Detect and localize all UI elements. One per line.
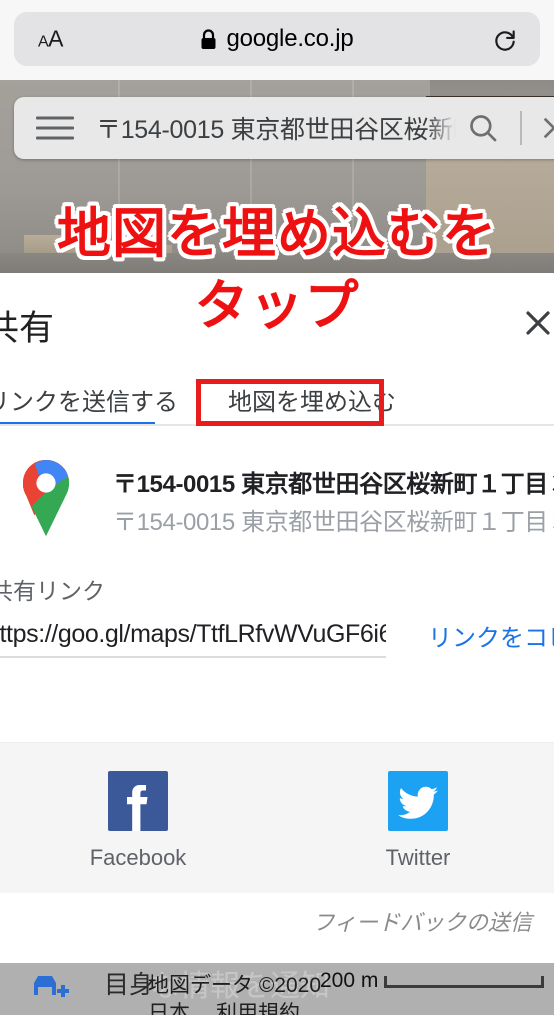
twitter-label: Twitter	[385, 845, 451, 870]
place-name: 〒154-0015 東京都世田谷区桜新町１丁目３４−２…	[113, 471, 554, 498]
maps-search-bar[interactable]: 〒154-0015 東京都世田谷区桜新町	[14, 97, 554, 159]
place-address: 〒154-0015 東京都世田谷区桜新町１丁目３４−２…	[113, 509, 554, 536]
send-feedback-link[interactable]: フィードバックの送信	[0, 905, 554, 937]
attribution-country: 日本	[148, 1002, 190, 1015]
url-text: google.co.jp	[226, 25, 354, 52]
attribution-map-data: 地図データ ©2020	[148, 974, 322, 997]
facebook-label: Facebook	[89, 845, 187, 870]
highlight-box-embed-map	[196, 379, 384, 426]
social-share-section: Facebook Twitter	[0, 742, 554, 893]
map-scale-bar: 200 m	[320, 969, 545, 993]
copy-link-button[interactable]: リンクをコピー	[428, 618, 554, 653]
map-scale-label: 200 m	[320, 969, 379, 992]
text-size-button[interactable]: AA	[38, 25, 64, 53]
reload-icon[interactable]	[492, 26, 518, 52]
share-link-input[interactable]	[0, 612, 386, 658]
safari-toolbar: AA google.co.jp	[0, 0, 554, 80]
search-bar-divider	[520, 111, 522, 145]
lock-icon	[201, 28, 216, 49]
share-link-label: 共有リンク	[0, 578, 105, 604]
twitter-icon	[388, 771, 448, 831]
address-bar-content: google.co.jp	[14, 25, 540, 53]
share-facebook-button[interactable]: Facebook	[58, 771, 218, 871]
maps-search-input[interactable]: 〒154-0015 東京都世田谷区桜新町	[96, 110, 456, 146]
google-maps-pin-icon	[23, 460, 70, 536]
facebook-icon	[108, 771, 168, 831]
tab-send-link-label: リンクを送信する	[0, 388, 178, 416]
search-icon[interactable]	[466, 111, 500, 145]
photo-ground	[0, 253, 554, 275]
text-size-small-a: A	[38, 33, 49, 51]
map-attribution-bar: な情報を通知 目身 地図データ ©2020 日本利用規約 フィードバックの送信 …	[0, 963, 554, 1015]
shared-place-row: 〒154-0015 東京都世田谷区桜新町１丁目３４−２… 〒154-0015 東…	[0, 452, 554, 548]
attribution-terms-row[interactable]: 日本 利用規約	[148, 997, 300, 1015]
close-icon[interactable]	[522, 307, 554, 339]
share-sheet-title: 共有	[0, 309, 55, 348]
address-bar[interactable]: AA google.co.jp	[14, 12, 540, 66]
text-size-large-a: A	[48, 25, 64, 52]
attribution-my-label: 目身	[104, 971, 155, 999]
share-twitter-button[interactable]: Twitter	[338, 771, 498, 871]
add-place-icon[interactable]	[32, 973, 72, 1003]
map-scale-ruler	[384, 976, 545, 988]
tab-send-link[interactable]: リンクを送信する	[0, 372, 178, 426]
close-icon[interactable]	[538, 112, 554, 144]
attribution-terms[interactable]: 利用規約	[216, 1002, 300, 1015]
hamburger-menu-icon[interactable]	[36, 110, 74, 147]
